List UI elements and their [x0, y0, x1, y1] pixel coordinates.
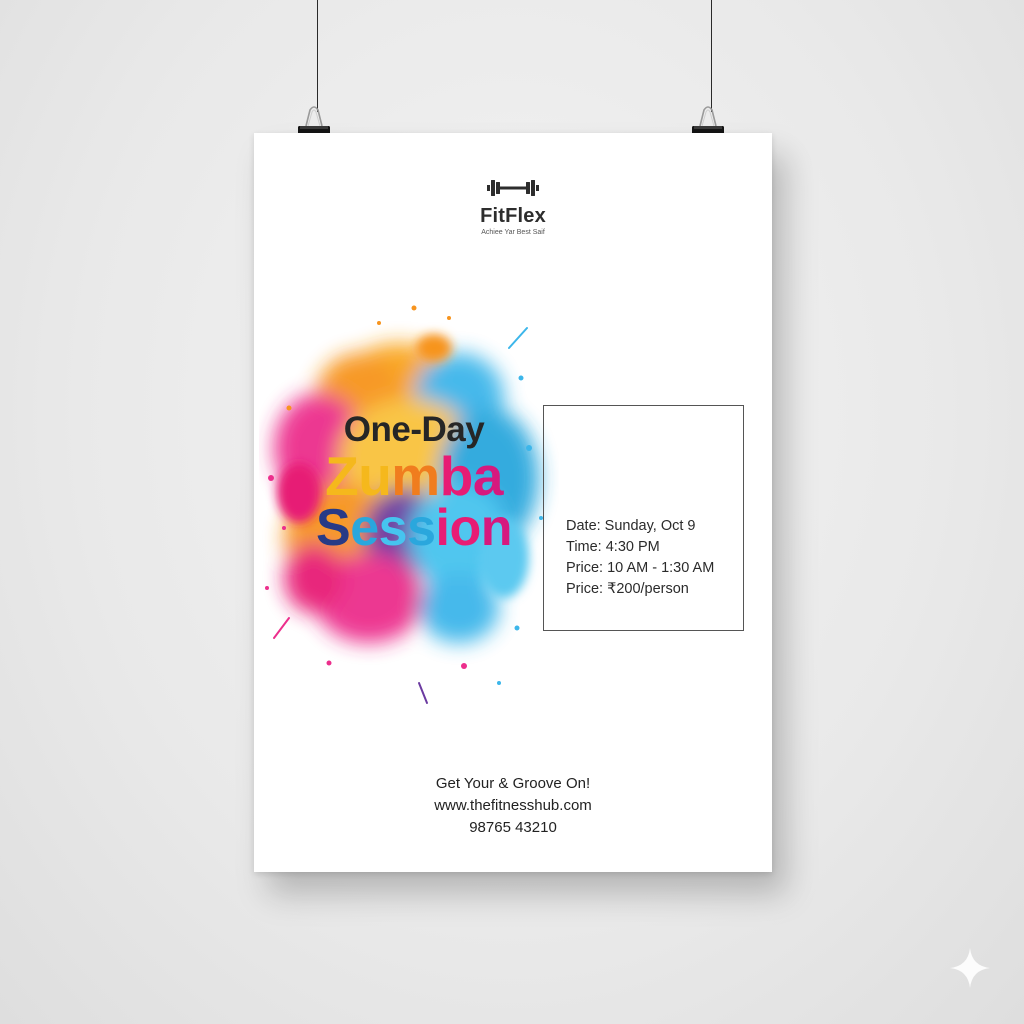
headline-one-day: One-Day: [343, 410, 485, 449]
dumbbell-icon: [487, 180, 539, 196]
event-time: Time: 4:30 PM: [566, 539, 660, 555]
event-price: Price: ₹200/person: [566, 581, 689, 597]
brand-logo: FitFlex Achiee Yar Best Saif: [254, 177, 772, 236]
event-details: Date: Sunday, Oct 9 Time: 4:30 PM Price:…: [566, 516, 714, 600]
brand-tagline: Achiee Yar Best Saif: [481, 229, 545, 236]
hanging-wire-right: [711, 0, 712, 112]
phone-number: 98765 43210: [469, 819, 557, 836]
event-date: Date: Sunday, Oct 9: [566, 518, 696, 534]
brand-name: FitFlex: [480, 205, 546, 227]
sparkle-icon: [950, 948, 990, 988]
website-link[interactable]: www.thefitnesshub.com: [254, 795, 772, 817]
headline-zumba: Zumba: [325, 445, 503, 507]
event-details-box: Date: Sunday, Oct 9 Time: 4:30 PM Price:…: [543, 405, 744, 631]
zumba-poster: FitFlex Achiee Yar Best Saif One-Day Zum…: [254, 133, 772, 872]
event-headline: One-Day Zumba Session: [264, 410, 564, 554]
call-to-action: Get Your & Groove On!: [435, 775, 591, 792]
headline-session: Session: [316, 499, 512, 557]
event-hours: Price: 10 AM - 1:30 AM: [566, 560, 715, 576]
poster-footer: Get Your & Groove On! www.thefitnesshub.…: [254, 773, 772, 839]
hanging-wire-left: [317, 0, 318, 112]
